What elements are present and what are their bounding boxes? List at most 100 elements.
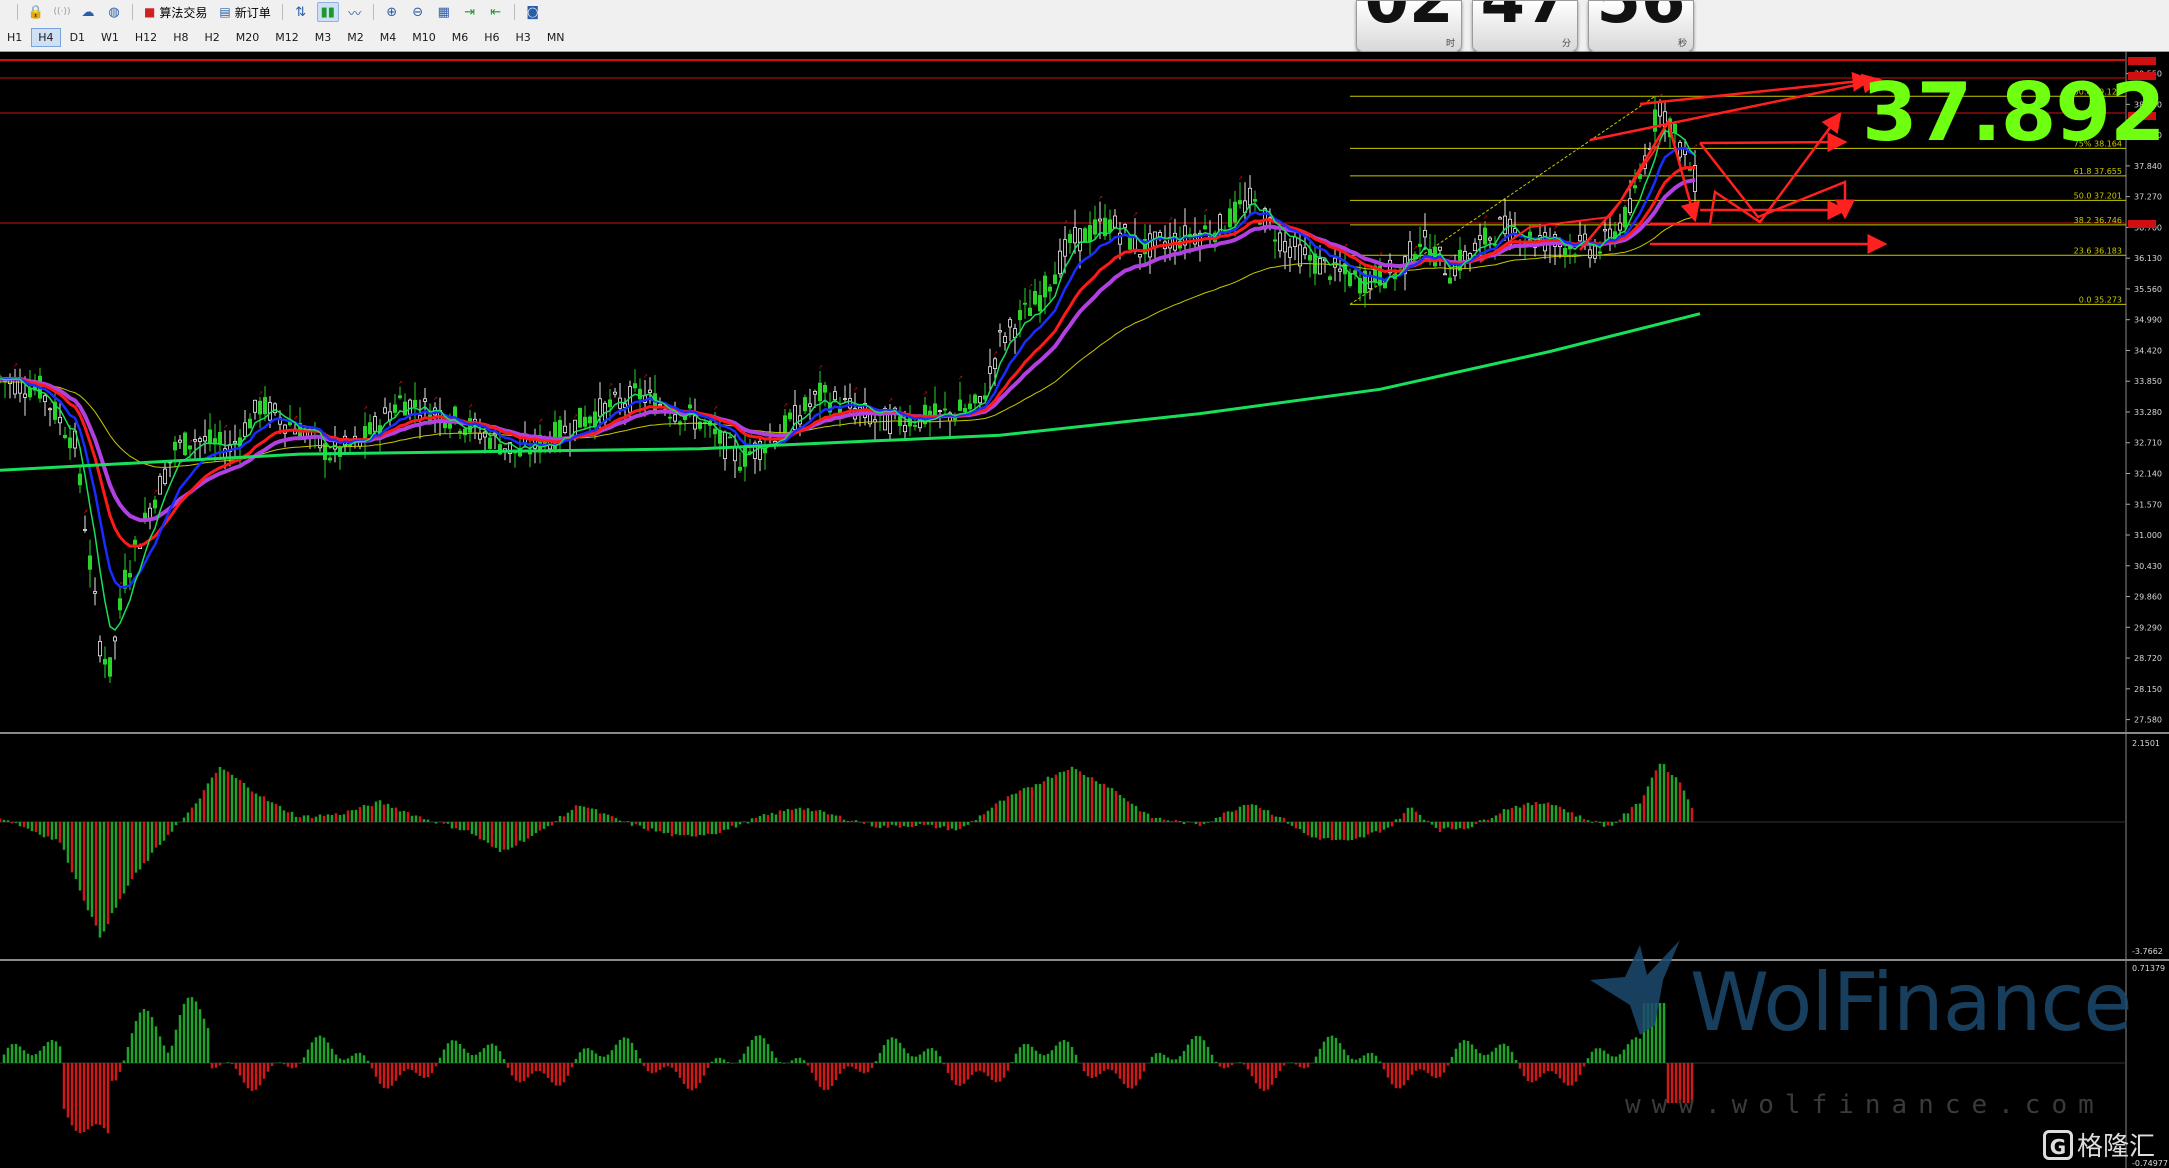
candle-body: [1018, 310, 1023, 321]
candle-body: [412, 399, 417, 408]
candle-body: [1273, 239, 1278, 242]
toolbar-separator: [372, 4, 374, 20]
signal-icon[interactable]: ((·)): [52, 3, 72, 21]
countdown-seconds: 56 秒: [1588, 0, 1694, 52]
candle-body: [1653, 109, 1658, 132]
candle-body: [1058, 250, 1063, 275]
candlestick-icon[interactable]: ▮▮: [316, 2, 339, 22]
candle-body: [668, 416, 673, 419]
fractal-marker: ↗: [1693, 143, 1698, 150]
candle-body: [1658, 101, 1663, 117]
candle-body: [1628, 198, 1633, 213]
candle-body: [803, 397, 808, 412]
trade-arrows-icon[interactable]: ⇅: [291, 3, 311, 21]
candle-body: [367, 422, 372, 435]
candle-body: [648, 389, 653, 393]
candle-body: [397, 395, 402, 399]
candle-body: [583, 416, 588, 427]
candle-body: [738, 466, 743, 471]
timeframe-h4[interactable]: H4: [31, 28, 61, 47]
fractal-marker: ↗: [608, 382, 613, 389]
candle-body: [48, 408, 53, 411]
candle-body: [1618, 222, 1623, 231]
candle-body: [1483, 227, 1488, 245]
candle-body: [598, 398, 603, 417]
watermark-brand: WolFinance: [1690, 956, 2133, 1049]
candle-body: [327, 457, 332, 461]
grid-icon[interactable]: ▦: [434, 3, 454, 21]
timeframe-m12[interactable]: M12: [268, 28, 306, 47]
algo-trading-button[interactable]: ■ 算法交易: [138, 3, 213, 21]
timeframe-h6[interactable]: H6: [477, 28, 506, 47]
candle-body: [1043, 275, 1048, 298]
candle-body: [1673, 123, 1678, 134]
candle-body: [813, 391, 818, 395]
timeframe-w1[interactable]: W1: [94, 28, 126, 47]
zoom-out-icon[interactable]: ⊖: [408, 3, 428, 21]
candle-body: [1028, 307, 1033, 317]
fractal-marker: ↗: [1378, 251, 1383, 258]
toolbar-h1-label[interactable]: [0, 3, 12, 21]
candle-body: [103, 658, 108, 665]
candle-body: [1228, 208, 1233, 228]
candle-body: [58, 416, 63, 424]
candle-body: [1498, 217, 1503, 220]
cloud-icon[interactable]: ☁: [78, 3, 98, 21]
candle-body: [658, 404, 663, 406]
autoscroll-icon[interactable]: ⇥: [460, 3, 480, 21]
fractal-marker: ↗: [363, 405, 368, 412]
timeframe-m4[interactable]: M4: [373, 28, 404, 47]
candle-body: [913, 424, 918, 427]
chart-shift-icon[interactable]: ⇤: [486, 3, 506, 21]
timeframe-m2[interactable]: M2: [340, 28, 371, 47]
lock-icon[interactable]: 🔒: [26, 3, 46, 21]
candle-body: [98, 641, 103, 657]
new-order-button[interactable]: ▤ 新订单: [213, 3, 276, 21]
timeframe-h12[interactable]: H12: [128, 28, 164, 47]
timeframe-h8[interactable]: H8: [166, 28, 195, 47]
candle-body: [382, 407, 387, 414]
candle-body: [462, 428, 467, 436]
candle-body: [202, 436, 207, 442]
candle-body: [1338, 268, 1343, 272]
timeframe-h1[interactable]: H1: [0, 28, 29, 47]
timeframe-m20[interactable]: M20: [229, 28, 267, 47]
candle-body: [688, 404, 693, 409]
candle-body: [968, 403, 973, 410]
timeframe-m6[interactable]: M6: [445, 28, 476, 47]
candle-body: [22, 393, 27, 398]
fractal-marker: ↗: [1658, 92, 1663, 99]
line-chart-icon[interactable]: 〰: [345, 3, 365, 22]
screenshot-icon[interactable]: ◙: [523, 3, 543, 21]
candle-body: [613, 391, 618, 395]
candle-body: [843, 398, 848, 401]
candle-body: [392, 404, 397, 413]
candle-body: [187, 445, 192, 450]
candle-body: [1293, 236, 1298, 247]
candle-body: [172, 441, 177, 451]
annotation-arrow: [1589, 73, 1883, 142]
toolbar: 🔒 ((·)) ☁ ◍ ■ 算法交易 ▤ 新订单 ⇅ ▮▮ 〰 ⊕ ⊖ ▦ ⇥ ⇤ ◙: [0, 0, 2169, 25]
candle-body: [788, 412, 793, 420]
fib-level-label: 0.0 35.273: [2079, 295, 2122, 304]
zoom-in-icon[interactable]: ⊕: [382, 3, 402, 21]
price-axis-label: 32.140: [2134, 469, 2162, 478]
candle-body: [633, 383, 638, 389]
timeframe-mn[interactable]: MN: [540, 28, 572, 47]
candle-body: [88, 555, 93, 570]
timeframe-h2[interactable]: H2: [197, 28, 226, 47]
toolbar-separator: [513, 4, 515, 20]
price-axis-label: 28.150: [2134, 685, 2162, 694]
candle-body: [938, 410, 943, 413]
candle-body: [1138, 254, 1143, 258]
candle-body: [1053, 274, 1058, 285]
globe-icon[interactable]: ◍: [104, 3, 124, 21]
timeframe-m10[interactable]: M10: [405, 28, 443, 47]
timeframe-m3[interactable]: M3: [308, 28, 339, 47]
candle-body: [157, 476, 162, 495]
candle-body: [693, 415, 698, 430]
timeframe-d1[interactable]: D1: [63, 28, 92, 47]
timeframe-h3[interactable]: H3: [509, 28, 538, 47]
candle-body: [372, 416, 377, 432]
candle-body: [1588, 249, 1593, 259]
